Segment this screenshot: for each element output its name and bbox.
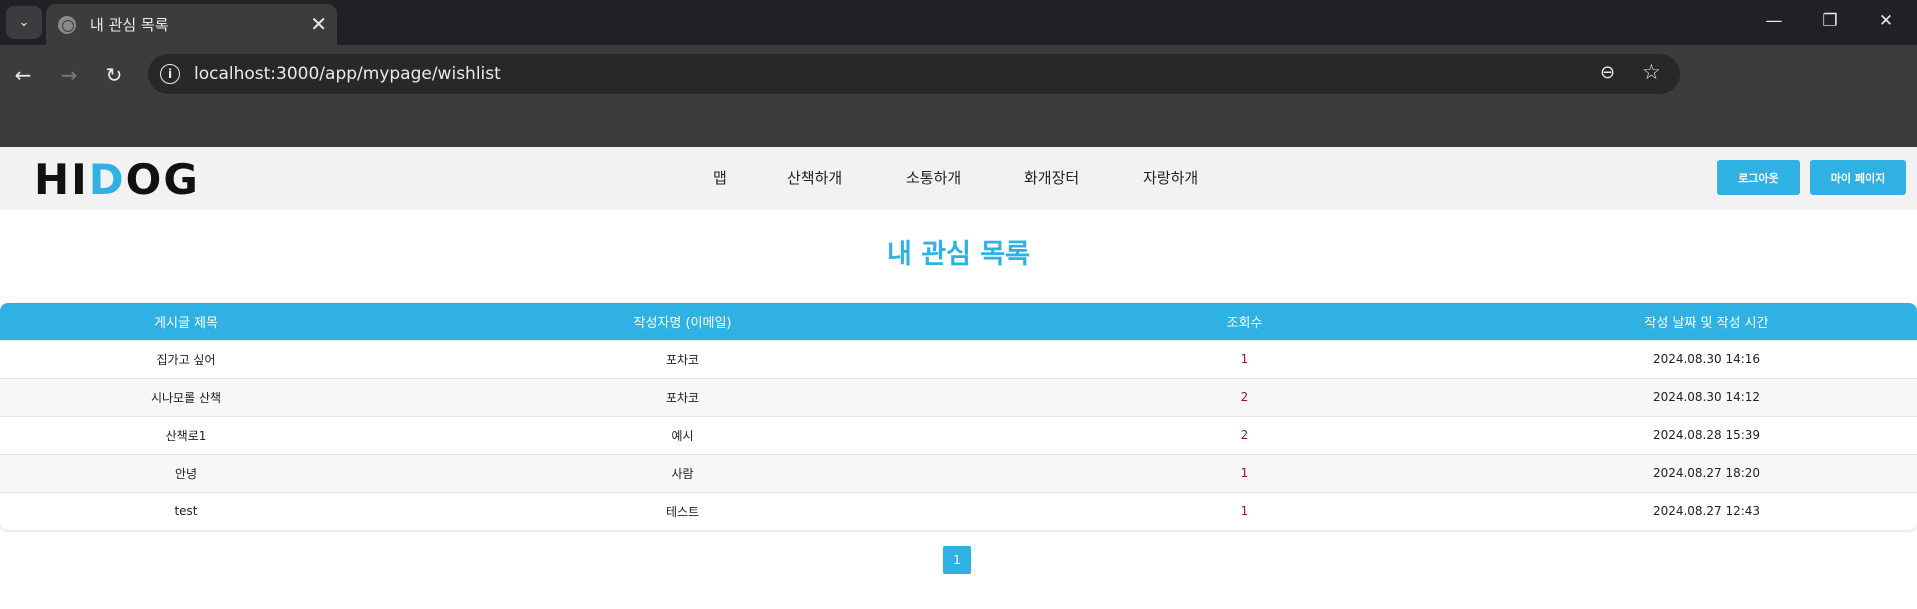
nav-map[interactable]: 맵	[713, 167, 727, 188]
cell-title[interactable]: 시나모롤 산책	[0, 378, 372, 416]
table-row[interactable]: 안녕 사람 1 2024.08.27 18:20	[0, 454, 1917, 492]
browser-tabstrip: ⌄ 내 관심 목록 ✕ — ❐ ✕	[0, 0, 1917, 45]
address-bar[interactable]: i localhost:3000/app/mypage/wishlist ⊖ ☆	[148, 54, 1680, 94]
column-header-views: 조회수	[1226, 315, 1263, 331]
logout-button[interactable]: 로그아웃	[1717, 160, 1800, 195]
arrow-left-icon[interactable]: ←	[8, 60, 38, 90]
cell-views: 2	[1240, 428, 1249, 442]
cell-date: 2024.08.28 15:39	[1652, 428, 1761, 442]
table-row[interactable]: 시나모롤 산책 포차코 2 2024.08.30 14:12	[0, 378, 1917, 416]
info-icon[interactable]: i	[160, 64, 180, 84]
page-title: 내 관심 목록	[887, 239, 1030, 270]
cell-title[interactable]: test	[0, 492, 372, 530]
arrow-right-icon[interactable]: →	[54, 60, 84, 90]
cell-title[interactable]: 산책로1	[0, 416, 372, 454]
table-row[interactable]: 집가고 싶어 포차코 1 2024.08.30 14:16	[0, 340, 1917, 378]
cell-author: 포차코	[665, 352, 700, 367]
logo-text-left: HI	[34, 154, 89, 204]
column-header-title: 게시글 제목	[154, 315, 218, 331]
close-icon[interactable]: ✕	[310, 13, 327, 35]
tab-title: 내 관심 목록	[90, 16, 169, 34]
cell-views: 1	[1240, 504, 1249, 519]
cell-author: 포차코	[665, 390, 700, 405]
browser-tab[interactable]: 내 관심 목록 ✕	[46, 4, 337, 45]
url-text[interactable]: localhost:3000/app/mypage/wishlist	[194, 64, 501, 84]
cell-author: 사람	[671, 466, 694, 481]
wishlist-table: 게시글 제목 작성자명 (이메일) 조회수 작성 날짜 및 작성 시간 집가고 …	[0, 303, 1917, 530]
cell-author: 예시	[671, 428, 694, 443]
pagination-page-1[interactable]: 1	[943, 546, 971, 574]
cell-author: 테스트	[665, 504, 700, 519]
cell-title[interactable]: 집가고 싶어	[0, 340, 372, 378]
cell-date: 2024.08.27 12:43	[1652, 504, 1761, 519]
browser-toolbar: ← → ↻ i localhost:3000/app/mypage/wishli…	[0, 45, 1917, 147]
reload-icon[interactable]: ↻	[99, 60, 129, 90]
cell-title[interactable]: 안녕	[0, 454, 372, 492]
cell-views: 1	[1240, 352, 1249, 366]
table-row[interactable]: test 테스트 1 2024.08.27 12:43	[0, 492, 1917, 530]
nav-showoff[interactable]: 자랑하개	[1143, 167, 1198, 188]
cell-date: 2024.08.30 14:16	[1652, 352, 1761, 366]
site-header: HI D OG 맵 산책하개 소통하개 화개장터 자랑하개 로그아웃 마이 페이…	[0, 147, 1917, 210]
nav-community[interactable]: 소통하개	[906, 167, 961, 188]
chevron-down-icon: ⌄	[18, 15, 30, 30]
table-row[interactable]: 산책로1 예시 2 2024.08.28 15:39	[0, 416, 1917, 454]
tab-search-button[interactable]: ⌄	[6, 6, 42, 39]
site-logo[interactable]: HI D OG	[34, 154, 200, 204]
globe-icon	[58, 15, 76, 34]
table-header-row: 게시글 제목 작성자명 (이메일) 조회수 작성 날짜 및 작성 시간	[0, 303, 1917, 340]
cell-date: 2024.08.30 14:12	[1652, 390, 1761, 404]
star-icon[interactable]: ☆	[1642, 60, 1661, 84]
cell-date: 2024.08.27 18:20	[1652, 466, 1761, 480]
restore-icon[interactable]: ❐	[1815, 8, 1845, 34]
nav-market[interactable]: 화개장터	[1024, 167, 1079, 188]
window-close-icon[interactable]: ✕	[1871, 8, 1901, 34]
cell-views: 2	[1240, 390, 1249, 404]
logo-text-right: OG	[125, 154, 200, 204]
logo-dog-mark: D	[88, 154, 126, 204]
nav-walk[interactable]: 산책하개	[787, 167, 842, 188]
cell-views: 1	[1240, 466, 1249, 480]
minimize-icon[interactable]: —	[1759, 8, 1789, 34]
column-header-date: 작성 날짜 및 작성 시간	[1644, 315, 1769, 331]
mypage-button[interactable]: 마이 페이지	[1810, 160, 1906, 195]
zoom-out-icon[interactable]: ⊖	[1600, 62, 1615, 83]
column-header-author: 작성자명 (이메일)	[633, 315, 732, 331]
